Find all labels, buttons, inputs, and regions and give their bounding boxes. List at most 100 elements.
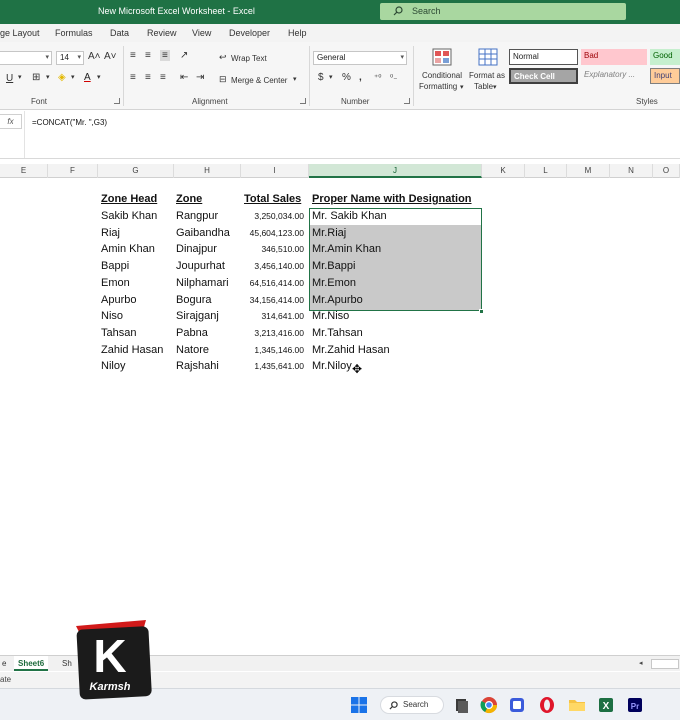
header-zone-head[interactable]: Zone Head bbox=[101, 191, 157, 208]
table-cell-head[interactable]: Tahsan bbox=[101, 325, 136, 342]
taskbar-search[interactable]: Search bbox=[380, 696, 444, 714]
merge-center-button[interactable]: Merge & Center bbox=[231, 76, 287, 85]
column-header-i[interactable]: I bbox=[241, 164, 309, 178]
table-cell-sales[interactable]: 1,345,146.00 bbox=[241, 342, 304, 359]
table-cell-zone[interactable]: Nilphamari bbox=[176, 275, 229, 292]
chevron-down-icon[interactable]: ▾ bbox=[97, 73, 101, 81]
font-dialog-launcher-icon[interactable] bbox=[114, 98, 120, 104]
align-right-icon[interactable]: ≡ bbox=[160, 72, 166, 83]
table-cell-proper[interactable]: Mr.Emon bbox=[312, 275, 356, 292]
table-cell-head[interactable]: Sakib Khan bbox=[101, 208, 157, 225]
align-top-icon[interactable]: ≡ bbox=[130, 50, 136, 61]
align-left-icon[interactable]: ≡ bbox=[130, 72, 136, 83]
column-header-f[interactable]: F bbox=[48, 164, 98, 178]
header-proper-name[interactable]: Proper Name with Designation bbox=[312, 191, 472, 208]
formula-input[interactable]: =CONCAT("Mr. ",G3) bbox=[32, 118, 107, 127]
table-cell-zone[interactable]: Natore bbox=[176, 342, 209, 359]
table-cell-zone[interactable]: Pabna bbox=[176, 325, 208, 342]
table-cell-zone[interactable]: Bogura bbox=[176, 292, 211, 309]
column-header-h[interactable]: H bbox=[174, 164, 241, 178]
font-name-combo[interactable]: ▾ bbox=[0, 51, 52, 65]
chrome-icon[interactable] bbox=[480, 696, 498, 714]
align-bottom-icon[interactable]: ≡ bbox=[160, 50, 170, 61]
align-center-icon[interactable]: ≡ bbox=[145, 72, 151, 83]
table-cell-zone[interactable]: Rangpur bbox=[176, 208, 218, 225]
table-cell-proper[interactable]: Mr.Amin Khan bbox=[312, 241, 381, 258]
table-cell-sales[interactable]: 346,510.00 bbox=[241, 241, 304, 258]
table-cell-proper[interactable]: Mr.Bappi bbox=[312, 258, 355, 275]
search-box[interactable]: Search bbox=[380, 3, 626, 20]
table-cell-proper[interactable]: Mr.Tahsan bbox=[312, 325, 363, 342]
increase-font-icon[interactable]: A˄ bbox=[88, 51, 101, 62]
chevron-down-icon[interactable]: ▾ bbox=[18, 73, 22, 81]
table-cell-proper[interactable]: Mr.Zahid Hasan bbox=[312, 342, 390, 359]
sheet-tab-sheet6[interactable]: Sheet6 bbox=[14, 656, 49, 671]
header-total-sales[interactable]: Total Sales bbox=[244, 191, 301, 208]
chevron-down-icon[interactable]: ▾ bbox=[293, 75, 297, 83]
number-dialog-launcher-icon[interactable] bbox=[404, 98, 410, 104]
table-cell-sales[interactable]: 45,604,123.00 bbox=[241, 225, 304, 242]
table-cell-head[interactable]: Niso bbox=[101, 308, 123, 325]
format-as-table-button[interactable]: Format as bbox=[469, 71, 505, 80]
table-cell-head[interactable]: Apurbo bbox=[101, 292, 136, 309]
format-as-table-button-line2[interactable]: Table bbox=[474, 82, 493, 91]
tab-review[interactable]: Review bbox=[147, 28, 177, 38]
table-cell-head[interactable]: Amin Khan bbox=[101, 241, 155, 258]
scroll-left-icon[interactable]: ◂ bbox=[639, 659, 643, 667]
table-cell-sales[interactable]: 3,213,416.00 bbox=[241, 325, 304, 342]
table-cell-sales[interactable]: 64,516,414.00 bbox=[241, 275, 304, 292]
increase-decimal-icon[interactable]: ⁺⁰ bbox=[374, 73, 381, 82]
decrease-decimal-icon[interactable]: ⁰₋ bbox=[390, 73, 397, 82]
chevron-down-icon[interactable]: ▾ bbox=[460, 83, 464, 91]
increase-indent-icon[interactable]: ⇥ bbox=[196, 72, 204, 83]
opera-icon[interactable] bbox=[538, 696, 556, 714]
chevron-down-icon[interactable]: ▾ bbox=[46, 73, 50, 81]
style-good[interactable]: Good bbox=[650, 49, 680, 65]
style-normal[interactable]: Normal bbox=[509, 49, 578, 65]
number-format-combo[interactable]: General ▾ bbox=[313, 51, 407, 65]
app-icon[interactable] bbox=[508, 696, 526, 714]
chevron-down-icon[interactable]: ▾ bbox=[493, 83, 497, 91]
percent-icon[interactable]: % bbox=[342, 72, 351, 83]
decrease-font-icon[interactable]: A˅ bbox=[104, 51, 117, 62]
fill-handle[interactable] bbox=[479, 309, 484, 314]
table-cell-proper[interactable]: Mr. Sakib Khan bbox=[312, 208, 387, 225]
font-color-icon[interactable]: A bbox=[84, 72, 91, 83]
conditional-formatting-button[interactable]: Conditional bbox=[422, 71, 462, 80]
style-check-cell[interactable]: Check Cell bbox=[509, 68, 578, 84]
table-cell-zone[interactable]: Sirajganj bbox=[176, 308, 219, 325]
table-cell-zone[interactable]: Dinajpur bbox=[176, 241, 217, 258]
header-zone[interactable]: Zone bbox=[176, 191, 202, 208]
font-size-combo[interactable]: 14 ▾ bbox=[56, 51, 84, 65]
table-cell-head[interactable]: Bappi bbox=[101, 258, 129, 275]
table-cell-proper[interactable]: Mr.Niso bbox=[312, 308, 349, 325]
table-cell-proper[interactable]: Mr.Apurbo bbox=[312, 292, 363, 309]
column-header-k[interactable]: K bbox=[482, 164, 525, 178]
table-cell-zone[interactable]: Rajshahi bbox=[176, 358, 219, 375]
chevron-down-icon[interactable]: ▾ bbox=[329, 73, 333, 81]
column-header-g[interactable]: G bbox=[98, 164, 174, 178]
fill-color-icon[interactable]: ◈ bbox=[58, 72, 66, 83]
table-cell-proper[interactable]: Mr.Riaj bbox=[312, 225, 346, 242]
style-input[interactable]: Input bbox=[650, 68, 680, 84]
column-header-n[interactable]: N bbox=[610, 164, 653, 178]
table-cell-head[interactable]: Zahid Hasan bbox=[101, 342, 163, 359]
style-explanatory[interactable]: Explanatory ... bbox=[581, 68, 647, 84]
table-cell-head[interactable]: Riaj bbox=[101, 225, 120, 242]
task-view-icon[interactable] bbox=[452, 696, 470, 714]
tab-data[interactable]: Data bbox=[110, 28, 129, 38]
underline-icon[interactable]: U bbox=[6, 73, 13, 84]
table-cell-proper[interactable]: Mr.Niloy bbox=[312, 358, 352, 375]
align-middle-icon[interactable]: ≡ bbox=[145, 50, 151, 61]
tab-view[interactable]: View bbox=[192, 28, 211, 38]
tab-page-layout[interactable]: ge Layout bbox=[0, 28, 40, 38]
column-header-o[interactable]: O bbox=[653, 164, 680, 178]
style-bad[interactable]: Bad bbox=[581, 49, 647, 65]
column-header-e[interactable]: E bbox=[0, 164, 48, 178]
conditional-formatting-button-line2[interactable]: Formatting bbox=[419, 82, 457, 91]
column-header-l[interactable]: L bbox=[525, 164, 567, 178]
table-cell-head[interactable]: Emon bbox=[101, 275, 130, 292]
windows-start-icon[interactable] bbox=[350, 696, 368, 714]
table-cell-sales[interactable]: 3,456,140.00 bbox=[241, 258, 304, 275]
horizontal-scrollbar[interactable] bbox=[651, 659, 679, 669]
